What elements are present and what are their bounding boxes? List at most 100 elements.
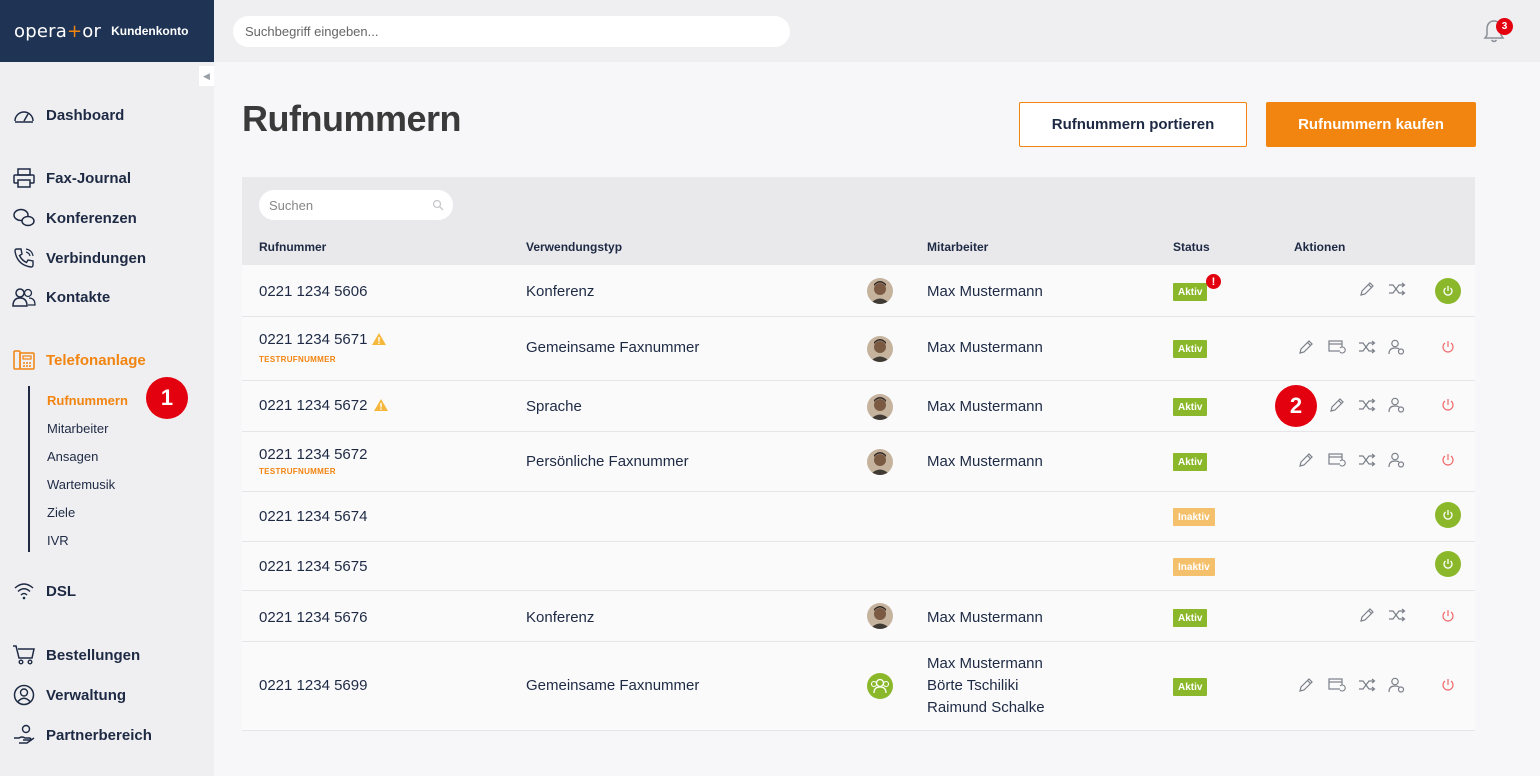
sidebar-item-telefonanlage[interactable]: Telefonanlage xyxy=(12,347,146,373)
sidebar-item-konferenzen[interactable]: Konferenzen xyxy=(12,205,137,231)
warning-icon xyxy=(372,333,386,345)
column-header-aktionen: Aktionen xyxy=(1294,240,1346,254)
power-off-icon[interactable] xyxy=(1439,451,1457,469)
sidebar-item-dsl[interactable]: DSL xyxy=(12,578,76,604)
user-circle-icon xyxy=(12,683,36,707)
redirect-shuffle-icon[interactable] xyxy=(1387,606,1407,624)
edit-pencil-icon[interactable] xyxy=(1296,338,1316,356)
brand-header[interactable]: opera+or Kundenkonto xyxy=(0,0,214,62)
port-numbers-button[interactable]: Rufnummern portieren xyxy=(1019,102,1247,147)
printer-icon xyxy=(12,166,36,190)
table-row[interactable]: 0221 1234 5676 Konferenz Max Mustermann … xyxy=(242,591,1475,642)
power-on-icon[interactable] xyxy=(1435,502,1461,528)
sidebar-collapse-button[interactable]: ◀ xyxy=(199,66,214,86)
phone-system-icon xyxy=(12,348,36,372)
brand-logo: opera+or xyxy=(14,20,102,42)
notification-count-badge: 3 xyxy=(1496,18,1513,35)
row-staff: Raimund Schalke xyxy=(927,699,1045,716)
sidebar-item-fax-journal[interactable]: Fax-Journal xyxy=(12,165,131,191)
test-number-tag: TESTRUFNUMMER xyxy=(259,355,336,364)
column-header-mitarbeiter[interactable]: Mitarbeiter xyxy=(927,240,988,254)
row-usage-type: Konferenz xyxy=(526,283,595,300)
submenu-item-wartemusik[interactable]: Wartemusik xyxy=(47,477,115,492)
edit-pencil-icon[interactable] xyxy=(1357,606,1377,624)
edit-pencil-icon[interactable] xyxy=(1296,451,1316,469)
row-number: 0221 1234 5672 xyxy=(259,446,368,463)
sidebar-item-bestellungen[interactable]: Bestellungen xyxy=(12,642,140,668)
buy-numbers-button[interactable]: Rufnummern kaufen xyxy=(1266,102,1476,147)
submenu-item-ziele[interactable]: Ziele xyxy=(47,505,75,520)
submenu-item-mitarbeiter[interactable]: Mitarbeiter xyxy=(47,421,108,436)
row-staff: Max Mustermann xyxy=(927,339,1043,356)
row-number: 0221 1234 5672 xyxy=(259,397,368,414)
table-row[interactable]: 0221 1234 5672 Sprache Max Mustermann Ak… xyxy=(242,381,1475,432)
fax-sync-icon[interactable] xyxy=(1327,451,1347,469)
table-row[interactable]: 0221 1234 5672 TESTRUFNUMMER Persönliche… xyxy=(242,432,1475,492)
submenu-item-rufnummern[interactable]: Rufnummern xyxy=(47,393,128,408)
status-badge: Aktiv xyxy=(1173,340,1208,358)
brand-subtitle: Kundenkonto xyxy=(111,24,189,38)
edit-pencil-icon[interactable] xyxy=(1327,396,1347,414)
row-usage-type: Persönliche Faxnummer xyxy=(526,453,689,470)
user-settings-icon[interactable] xyxy=(1387,338,1407,356)
row-number: 0221 1234 5606 xyxy=(259,283,368,300)
power-off-icon[interactable] xyxy=(1439,676,1457,694)
row-staff: Max Mustermann xyxy=(927,453,1043,470)
redirect-shuffle-icon[interactable] xyxy=(1387,280,1407,298)
submenu-line xyxy=(28,386,30,552)
status-badge: Aktiv xyxy=(1173,283,1208,301)
partner-hand-icon xyxy=(12,723,36,747)
row-number: 0221 1234 5675 xyxy=(259,558,368,575)
warning-icon xyxy=(374,399,388,411)
redirect-shuffle-icon[interactable] xyxy=(1357,676,1377,694)
row-number: 0221 1234 5674 xyxy=(259,508,368,525)
redirect-shuffle-icon[interactable] xyxy=(1357,396,1377,414)
column-header-rufnummer[interactable]: Rufnummer xyxy=(259,240,326,254)
numbers-table: Rufnummer Verwendungstyp Mitarbeiter Sta… xyxy=(242,177,1475,731)
user-settings-icon[interactable] xyxy=(1387,676,1407,694)
row-usage-type: Sprache xyxy=(526,398,582,415)
cart-icon xyxy=(12,643,36,667)
sidebar-item-verbindungen[interactable]: Verbindungen xyxy=(12,245,146,271)
row-staff: Börte Tschiliki xyxy=(927,677,1019,694)
sidebar-item-verwaltung[interactable]: Verwaltung xyxy=(12,682,126,708)
submenu-item-ivr[interactable]: IVR xyxy=(47,533,69,548)
submenu-item-ansagen[interactable]: Ansagen xyxy=(47,449,98,464)
table-row[interactable]: 0221 1234 5671 TESTRUFNUMMER Gemeinsame … xyxy=(242,317,1475,381)
user-settings-icon[interactable] xyxy=(1387,396,1407,414)
power-off-icon[interactable] xyxy=(1439,396,1457,414)
column-header-verwendungstyp[interactable]: Verwendungstyp xyxy=(526,240,622,254)
power-on-icon[interactable] xyxy=(1435,551,1461,577)
status-badge: Aktiv xyxy=(1173,398,1208,416)
table-row[interactable]: 0221 1234 5606 Konferenz Max Mustermann … xyxy=(242,265,1475,317)
annotation-marker-1: 1 xyxy=(146,377,188,419)
edit-pencil-icon[interactable] xyxy=(1296,676,1316,694)
user-settings-icon[interactable] xyxy=(1387,451,1407,469)
table-row[interactable]: 0221 1234 5699 Gemeinsame Faxnummer Max … xyxy=(242,642,1475,731)
power-off-icon[interactable] xyxy=(1439,338,1457,356)
power-off-icon[interactable] xyxy=(1439,607,1457,625)
row-usage-type: Gemeinsame Faxnummer xyxy=(526,677,700,694)
edit-pencil-icon[interactable] xyxy=(1357,280,1377,298)
fax-sync-icon[interactable] xyxy=(1327,676,1347,694)
row-number: 0221 1234 5699 xyxy=(259,677,368,694)
table-row[interactable]: 0221 1234 5674 Inaktiv xyxy=(242,492,1475,542)
row-staff: Max Mustermann xyxy=(927,655,1043,672)
redirect-shuffle-icon[interactable] xyxy=(1357,338,1377,356)
status-badge: Aktiv xyxy=(1173,678,1208,696)
row-staff: Max Mustermann xyxy=(927,609,1043,626)
table-search-input[interactable] xyxy=(259,190,453,220)
sidebar-item-kontakte[interactable]: Kontakte xyxy=(12,284,110,310)
global-search-input[interactable] xyxy=(233,16,790,47)
row-staff: Max Mustermann xyxy=(927,283,1043,300)
contacts-icon xyxy=(12,285,36,309)
column-header-status[interactable]: Status xyxy=(1173,240,1210,254)
redirect-shuffle-icon[interactable] xyxy=(1357,451,1377,469)
sidebar-item-dashboard[interactable]: Dashboard xyxy=(12,102,124,128)
fax-sync-icon[interactable] xyxy=(1327,338,1347,356)
power-on-icon[interactable] xyxy=(1435,278,1461,304)
table-row[interactable]: 0221 1234 5675 Inaktiv xyxy=(242,542,1475,591)
avatar xyxy=(867,394,893,420)
status-badge: Aktiv xyxy=(1173,609,1208,627)
sidebar-item-partnerbereich[interactable]: Partnerbereich xyxy=(12,722,152,748)
